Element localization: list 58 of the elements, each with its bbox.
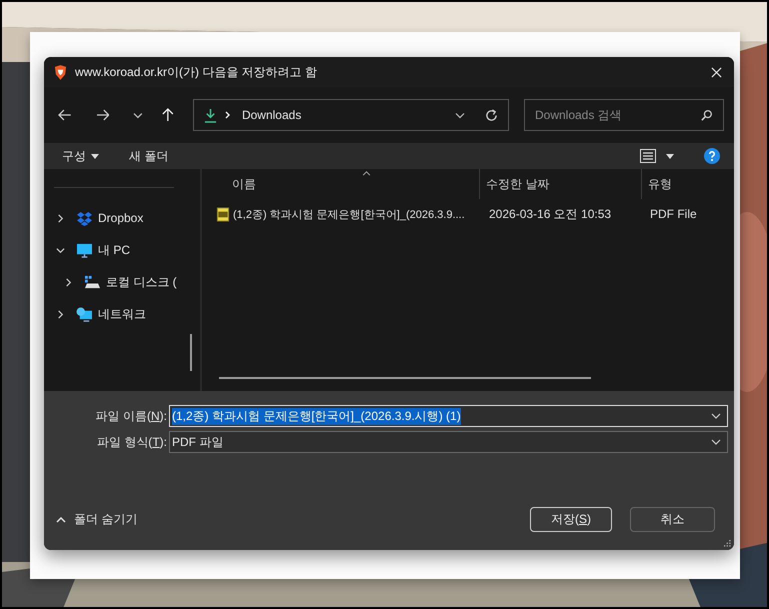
column-header[interactable]: 유형 xyxy=(641,169,672,199)
sidebar-label: 내 PC xyxy=(98,242,130,258)
chevron-icon[interactable] xyxy=(56,214,65,222)
filename-field[interactable]: (1,2종) 학과시험 문제은행[한국어]_(2026.3.9.시행) (1) xyxy=(169,405,728,427)
file-name[interactable]: (1,2종) 학과시험 문제은행[한국어]_(2026.3.9.... xyxy=(233,206,465,222)
chevron-down-icon[interactable] xyxy=(133,112,144,118)
up-arrow-icon[interactable] xyxy=(161,108,175,122)
sidebar-item[interactable]: 네트워크 xyxy=(44,298,200,330)
address-bar[interactable]: Downloads xyxy=(192,99,509,131)
chevron-down-icon[interactable] xyxy=(454,112,465,118)
forward-arrow-icon[interactable] xyxy=(96,108,110,122)
organize-menu[interactable]: 구성 xyxy=(54,148,107,164)
chevron-down-icon[interactable] xyxy=(711,439,721,445)
caret-icon xyxy=(91,154,99,158)
window-title: www.koroad.or.kr이(가) 다음을 저장하려고 함 xyxy=(75,64,318,80)
network-icon xyxy=(76,306,93,322)
column-header[interactable]: 이름 xyxy=(202,169,479,199)
dropbox-icon xyxy=(76,210,93,226)
pdf-file-icon xyxy=(216,206,230,222)
monitor-icon xyxy=(76,242,93,258)
back-arrow-icon[interactable] xyxy=(58,108,72,122)
download-icon xyxy=(204,108,217,122)
help-icon[interactable] xyxy=(704,148,720,164)
scrollbar[interactable] xyxy=(190,334,192,371)
field-label: 파일 형식(T): xyxy=(96,434,168,450)
sort-caret-icon xyxy=(362,171,371,176)
breadcrumb-item[interactable]: Downloads xyxy=(242,108,455,122)
resize-grip-icon[interactable] xyxy=(724,540,731,547)
table-cell-text: PDF File xyxy=(649,207,697,221)
caret-icon[interactable] xyxy=(666,154,674,158)
sidebar-label: 네트워크 xyxy=(98,306,146,322)
hide-folders-toggle[interactable]: 폴더 숨기기 xyxy=(56,511,138,528)
table-cell-text: 2026-03-16 오전 10:53 xyxy=(488,206,612,222)
chevron-down-icon[interactable] xyxy=(711,413,721,419)
new-folder-button[interactable]: 새 폴더 xyxy=(121,148,176,164)
cancel-button[interactable]: 취소 xyxy=(630,507,715,532)
chevron-up-icon xyxy=(56,516,66,522)
chevron-right-icon[interactable] xyxy=(224,111,230,119)
lion-shield-icon xyxy=(54,64,67,80)
search-field[interactable]: Downloads 검색 xyxy=(524,99,724,131)
drive-icon xyxy=(84,274,101,290)
chevron-icon[interactable] xyxy=(56,246,65,254)
sidebar-label: 로컬 디스크 ( xyxy=(106,274,177,290)
sidebar-label: Dropbox xyxy=(98,211,144,225)
field-label: 파일 이름(N): xyxy=(94,408,168,424)
chevron-icon[interactable] xyxy=(56,310,65,318)
sidebar-item[interactable]: 로컬 디스크 ( xyxy=(44,266,200,298)
details-view-icon[interactable] xyxy=(640,149,656,163)
sidebar-item[interactable]: Dropbox xyxy=(44,202,200,234)
scrollbar[interactable] xyxy=(219,377,591,379)
save-button[interactable]: 저장(S) xyxy=(530,507,612,532)
search-icon xyxy=(700,109,713,121)
sidebar-item[interactable]: 내 PC xyxy=(44,234,200,266)
file-type-dropdown[interactable]: PDF 파일 xyxy=(169,431,728,453)
column-header[interactable]: 수정한 날짜 xyxy=(479,169,641,199)
close-icon[interactable] xyxy=(711,66,722,78)
chevron-icon[interactable] xyxy=(64,278,73,286)
refresh-icon[interactable] xyxy=(484,108,498,122)
